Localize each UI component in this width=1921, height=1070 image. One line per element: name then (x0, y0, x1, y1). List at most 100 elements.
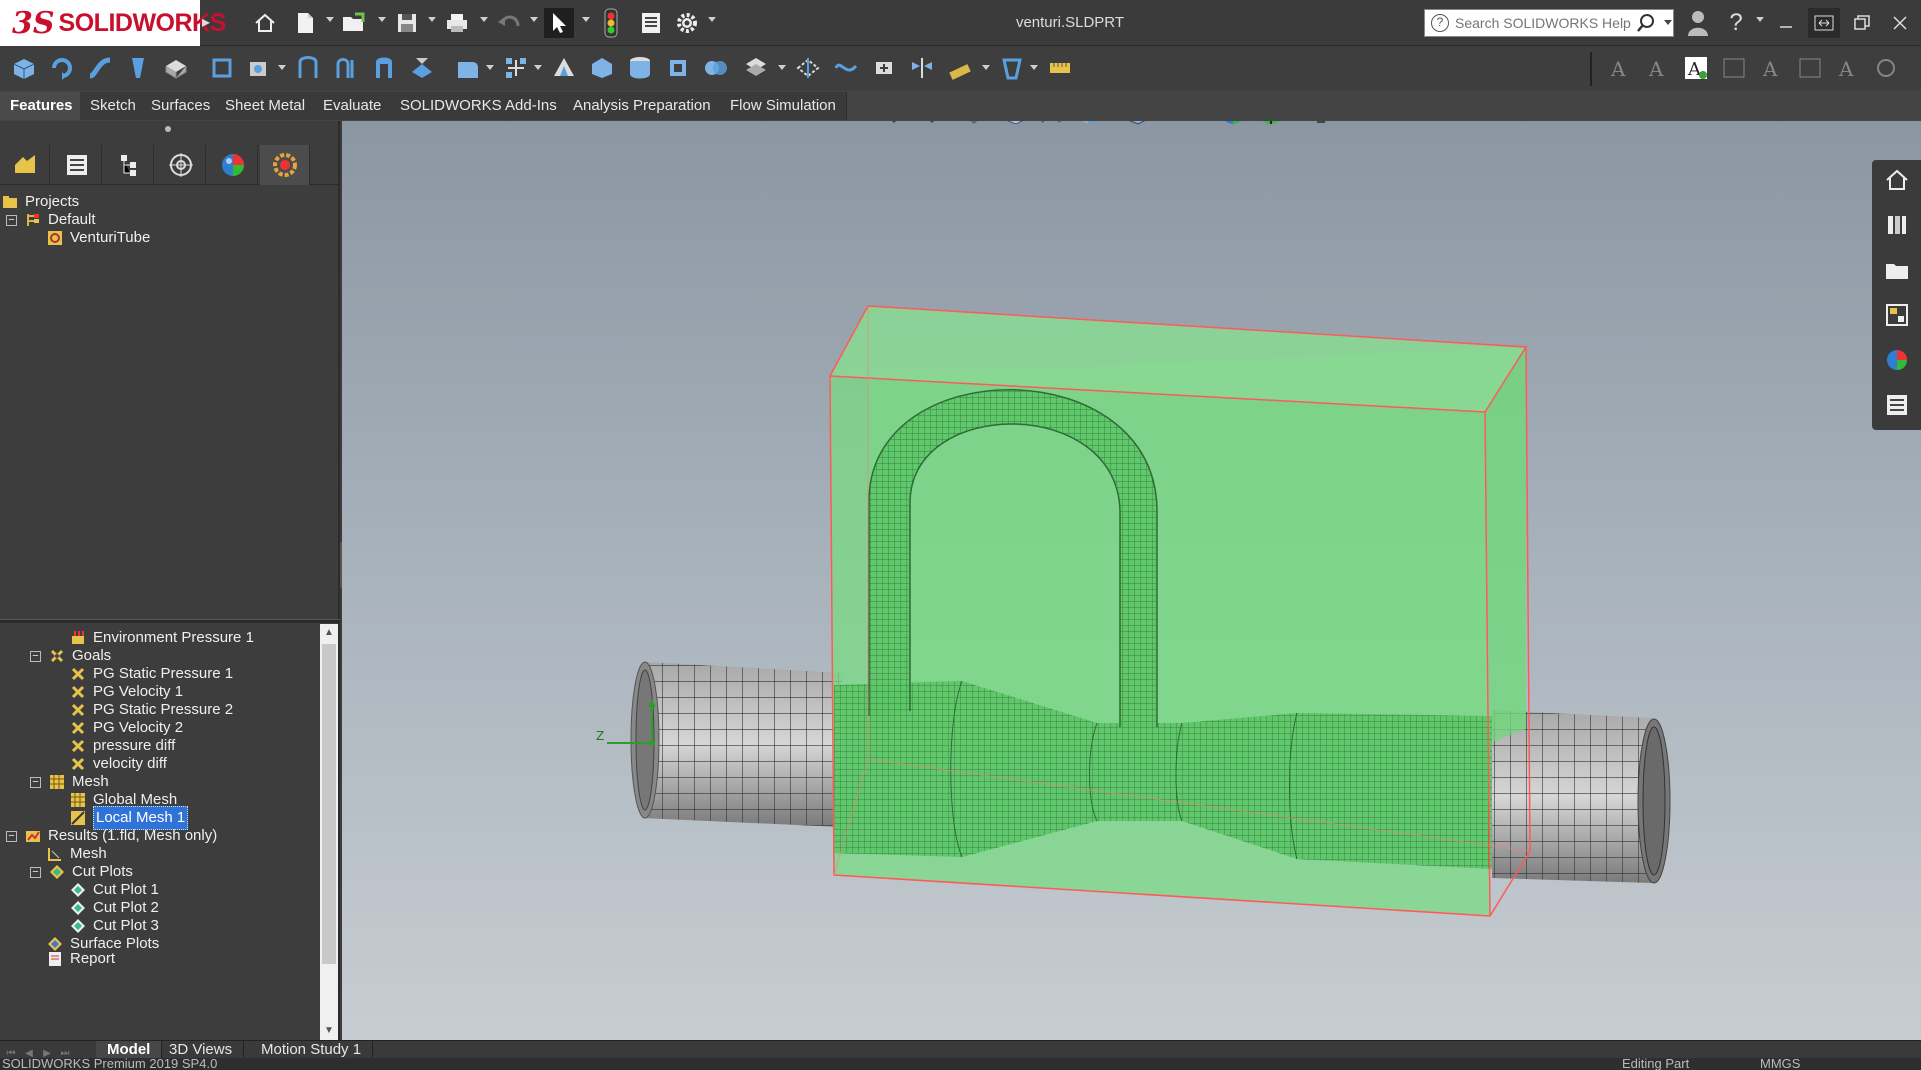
status-units[interactable]: MMGS (1760, 1058, 1800, 1070)
annotation-active-icon[interactable]: A (1680, 52, 1712, 84)
view-palette-icon[interactable] (1882, 300, 1912, 330)
minimize-icon[interactable] (1770, 8, 1802, 38)
swept-cut-icon[interactable] (330, 52, 362, 84)
measure-dropdown-icon[interactable] (982, 65, 990, 73)
flow-simulation-tab-icon[interactable] (260, 145, 310, 185)
extruded-boss-icon[interactable] (8, 52, 40, 84)
menu-expand-icon[interactable]: ▸ (202, 12, 216, 34)
graphics-area[interactable]: ▫ ▭ – ❐ ✕ (342, 121, 1921, 1040)
custom-properties-icon[interactable] (1882, 390, 1912, 420)
collapse-icon[interactable]: − (30, 776, 41, 788)
print-icon[interactable] (442, 8, 472, 38)
tab-sketch[interactable]: Sketch (80, 92, 147, 120)
close-icon[interactable] (1884, 8, 1916, 38)
hole-dropdown-icon[interactable] (278, 65, 286, 73)
save-icon[interactable] (392, 8, 422, 38)
annotation-note-icon[interactable]: A (1756, 52, 1788, 84)
scroll-up-icon[interactable]: ▲ (320, 624, 338, 642)
collapse-icon[interactable]: − (6, 830, 17, 842)
linear-pattern-icon[interactable] (500, 52, 532, 84)
help-search-input[interactable] (1455, 15, 1635, 31)
tree-item-report[interactable]: Report (47, 951, 115, 967)
tab-evaluate[interactable]: Evaluate (313, 92, 393, 120)
measure-icon[interactable] (944, 52, 976, 84)
flow-tool-dropdown-icon[interactable] (1030, 65, 1038, 73)
options-gear-icon[interactable] (672, 8, 702, 38)
tab-3d-views[interactable]: 3D Views (158, 1041, 245, 1059)
collapse-icon[interactable]: − (30, 866, 41, 878)
open-dropdown-icon[interactable] (378, 17, 386, 25)
tab-analysis-preparation[interactable]: Analysis Preparation (563, 92, 722, 120)
scroll-down-icon[interactable]: ▼ (320, 1022, 338, 1040)
pattern-dropdown-icon[interactable] (534, 65, 542, 73)
options-dropdown-icon[interactable] (708, 17, 716, 25)
hole-wizard-icon[interactable] (244, 52, 276, 84)
swept-boss-icon[interactable] (84, 52, 116, 84)
file-explorer-icon[interactable] (1882, 255, 1912, 285)
tree-item-venturitube[interactable]: VenturiTube (47, 227, 150, 249)
tab-model[interactable]: Model (96, 1041, 163, 1059)
panel-grip-icon[interactable] (165, 126, 171, 132)
tab-surfaces[interactable]: Surfaces (141, 92, 222, 120)
solidworks-resources-icon[interactable] (1882, 165, 1912, 195)
select-icon[interactable] (544, 8, 574, 38)
annotation-frame-icon[interactable] (1794, 52, 1826, 84)
design-library-icon[interactable] (1882, 210, 1912, 240)
fillet-dropdown-icon[interactable] (486, 65, 494, 73)
appearances-icon[interactable] (1882, 345, 1912, 375)
mirror-icon[interactable] (906, 52, 938, 84)
tab-sheet-metal[interactable]: Sheet Metal (215, 92, 317, 120)
dimxpert-tab-icon[interactable] (156, 145, 206, 185)
help-dropdown-icon[interactable] (1756, 17, 1764, 25)
collapse-icon[interactable]: − (30, 650, 41, 662)
fillet-icon[interactable] (452, 52, 484, 84)
search-icon[interactable] (1635, 12, 1657, 34)
boundary-cut-icon[interactable] (406, 52, 438, 84)
home-icon[interactable] (250, 8, 280, 38)
draft-icon[interactable] (586, 52, 618, 84)
flow-sim-tool-icon[interactable] (996, 52, 1028, 84)
new-dropdown-icon[interactable] (326, 17, 334, 25)
user-account-icon[interactable] (1682, 8, 1714, 38)
print-dropdown-icon[interactable] (480, 17, 488, 25)
search-dropdown-icon[interactable] (1664, 20, 1672, 28)
property-manager-tab-icon[interactable] (52, 145, 102, 185)
annotation-extra-icon[interactable] (1870, 52, 1902, 84)
intersect-icon[interactable] (700, 52, 732, 84)
file-properties-icon[interactable] (636, 8, 666, 38)
help-search-box[interactable]: ? (1424, 9, 1674, 37)
revolved-boss-icon[interactable] (46, 52, 78, 84)
annotation-a-icon[interactable]: A (1604, 52, 1636, 84)
collapse-icon[interactable]: − (6, 214, 17, 226)
reference-dropdown-icon[interactable] (778, 65, 786, 73)
boundary-boss-icon[interactable] (160, 52, 192, 84)
fit-window-icon[interactable] (1808, 8, 1840, 38)
restore-icon[interactable] (1846, 8, 1878, 38)
revolved-cut-icon[interactable] (292, 52, 324, 84)
lofted-boss-icon[interactable] (122, 52, 154, 84)
solidworks-logo[interactable]: 3S SOLIDWORKS (0, 0, 226, 46)
tab-features[interactable]: Features (0, 92, 84, 120)
tab-flow-simulation[interactable]: Flow Simulation (720, 92, 847, 120)
rib-icon[interactable] (548, 52, 580, 84)
rebuild-icon[interactable] (596, 8, 626, 38)
reference-geometry-icon[interactable] (740, 52, 772, 84)
undo-dropdown-icon[interactable] (530, 17, 538, 25)
select-dropdown-icon[interactable] (582, 17, 590, 25)
wrap-icon[interactable] (662, 52, 694, 84)
venturi-model-view[interactable]: Z (342, 121, 1921, 1040)
instant3d-icon[interactable] (868, 52, 900, 84)
evaluate-ruler-icon[interactable] (1044, 52, 1076, 84)
scroll-thumb[interactable] (322, 644, 336, 964)
tree-item-results[interactable]: − Results (1.fld, Mesh only) (6, 825, 217, 847)
undo-icon[interactable] (494, 8, 524, 38)
display-manager-tab-icon[interactable] (208, 145, 258, 185)
save-dropdown-icon[interactable] (428, 17, 436, 25)
tab-motion-study-1[interactable]: Motion Study 1 (250, 1041, 374, 1059)
annotation-font-icon[interactable]: A (1642, 52, 1674, 84)
open-icon[interactable] (340, 8, 370, 38)
extruded-cut-icon[interactable] (206, 52, 238, 84)
tab-addins[interactable]: SOLIDWORKS Add-Ins (390, 92, 568, 120)
lofted-cut-icon[interactable] (368, 52, 400, 84)
annotation-table-icon[interactable] (1718, 52, 1750, 84)
